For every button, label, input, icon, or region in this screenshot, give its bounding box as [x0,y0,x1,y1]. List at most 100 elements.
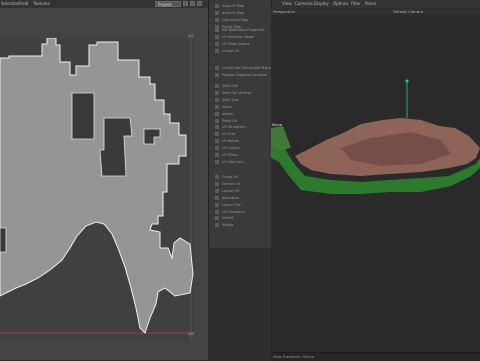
status-text: View Transform: Scene [273,355,314,359]
tool-item-label: Unfold Use Triangulate Mapping [222,66,276,70]
tool-item-label: Auto UV Map [222,4,244,8]
tool-item[interactable]: Shell Flip Vertical [215,90,269,96]
tool-item[interactable]: UV Grid [215,131,269,137]
menu-options[interactable]: Options [333,1,348,6]
tool-item[interactable]: Attach [215,111,269,117]
tool-item[interactable]: UV Transform [215,209,269,215]
tool-icon [215,66,219,70]
tool-item-label: UV Show Seams [222,41,250,46]
uv-canvas[interactable] [0,37,194,341]
tool-item[interactable]: Auto UV Map [215,10,269,16]
tool-icon [215,139,219,144]
tool-icon [215,48,219,53]
tool-item[interactable]: Cylindrical Map [215,17,269,23]
tool-icon [215,111,219,116]
uv-editor-panel[interactable]: 1.0 1.0 [0,8,208,360]
tool-item[interactable]: Shell Sew [215,97,269,103]
tool-item[interactable]: Auto UV Map [215,3,269,9]
tool-item[interactable]: UV Selection Mode [215,34,269,40]
uv-axis-label-top: 1.0 [188,34,194,38]
menu-view[interactable]: View [282,1,292,6]
tool-item-label: Attach [222,111,234,116]
menu-cameras[interactable]: Cameras [295,1,313,6]
tool-icon [215,28,219,32]
tool-icon [215,72,219,77]
tool-item-label: UV Mirror [222,153,238,157]
tool-icon [215,84,219,88]
tool-item[interactable]: Extract UV [215,181,269,187]
tool-icon [215,90,219,95]
viewport-camera-label[interactable]: Default Camera [393,9,423,14]
terrain-model-svg [271,79,480,194]
tool-item[interactable]: UV Show Seams [215,41,269,47]
tool-item-label: UV Rotate [222,139,239,144]
tool-item[interactable]: Rotate [215,222,269,228]
tool-icon [215,34,219,39]
tool-icon [215,188,219,193]
tool-item[interactable]: Unfold [215,215,269,221]
tool-item[interactable]: Unfold Use Triangulate Mapping [215,65,276,71]
tool-item-label: Normalize [222,195,240,200]
menu-selection[interactable]: Selection [1,1,19,6]
uv-hole [71,92,95,140]
uv-settings-icon[interactable] [183,1,188,6]
uv-island-svg [0,37,194,341]
tool-item-label: UV Grid [222,132,235,137]
tool-item[interactable]: Stitch [215,104,269,110]
menu-panel[interactable]: Panel [365,1,376,6]
tool-item-label: UV Straighten [222,125,246,130]
uv-close-icon[interactable] [197,1,202,6]
tool-item[interactable]: UV Map Sort [215,159,269,165]
tool-item-label: Rotate [222,223,234,228]
tool-item-label: Layout UV [222,188,240,193]
tool-item[interactable]: UV Rotate [215,138,269,144]
menu-display[interactable]: Display [314,1,329,6]
uv-grid-icon[interactable] [190,1,195,6]
tool-item-label: Group UV [222,175,239,179]
tool-icon [215,153,219,157]
tool-item[interactable]: Layout Tile [215,202,269,208]
tool-item-label: Polygon Mapping Cameras [222,72,268,77]
tool-item[interactable]: Group UV [215,174,269,180]
tool-item[interactable]: Normalize [215,195,269,201]
tool-icon [215,97,219,102]
tool-item[interactable]: UV Mirror [215,152,269,158]
tool-item[interactable]: Set Wireframe Properties [215,27,269,33]
tool-icon [215,195,219,200]
uv-mode-dropdown[interactable]: Project [155,1,181,7]
tool-item[interactable]: Layout UV [215,188,269,194]
uv-island[interactable] [0,37,194,334]
tool-item[interactable]: UV Straighten [215,124,269,130]
menu-field[interactable]: Field [19,1,28,6]
tool-item[interactable]: Shell Edit [215,83,269,89]
tool-item-label: Relax UV [222,118,238,123]
tool-item-label: UV Layout [222,146,240,151]
tool-icon [215,125,219,130]
manipulator-handle[interactable] [405,79,409,83]
tool-item-label: Extract UV [222,181,241,186]
tool-item-label: Cylindrical Map [222,17,249,22]
tool-icon [215,41,219,46]
tool-icon [215,181,219,186]
tool-item-label: Unfold UV [222,48,239,53]
tool-icon [215,159,219,164]
terrain-edge-left [271,126,291,150]
tool-item[interactable]: Relax UV [215,118,269,124]
perspective-viewport[interactable] [271,8,480,352]
tool-icon [215,175,219,179]
viewport-label-perspective: Perspective [273,9,295,14]
tool-icon [215,17,219,22]
tool-item[interactable]: UV Layout [215,145,269,151]
tool-icon [215,118,219,123]
tool-item-label: UV Transform [222,209,245,214]
tool-item[interactable]: Polygon Mapping Cameras [215,72,269,78]
tool-item-label: Layout Tile [222,202,241,207]
viewport-side-label: Move [272,122,283,127]
uv-axis-label-bottom: 1.0 [188,332,194,336]
tool-icon [215,10,219,15]
tool-item[interactable]: Unfold UV [215,48,269,54]
menu-filter[interactable]: Filter [351,1,361,6]
tool-item-label: UV Map Sort [222,159,244,164]
menu-textures[interactable]: Textures [33,1,50,6]
tool-item-label: Shell Edit [222,84,238,88]
